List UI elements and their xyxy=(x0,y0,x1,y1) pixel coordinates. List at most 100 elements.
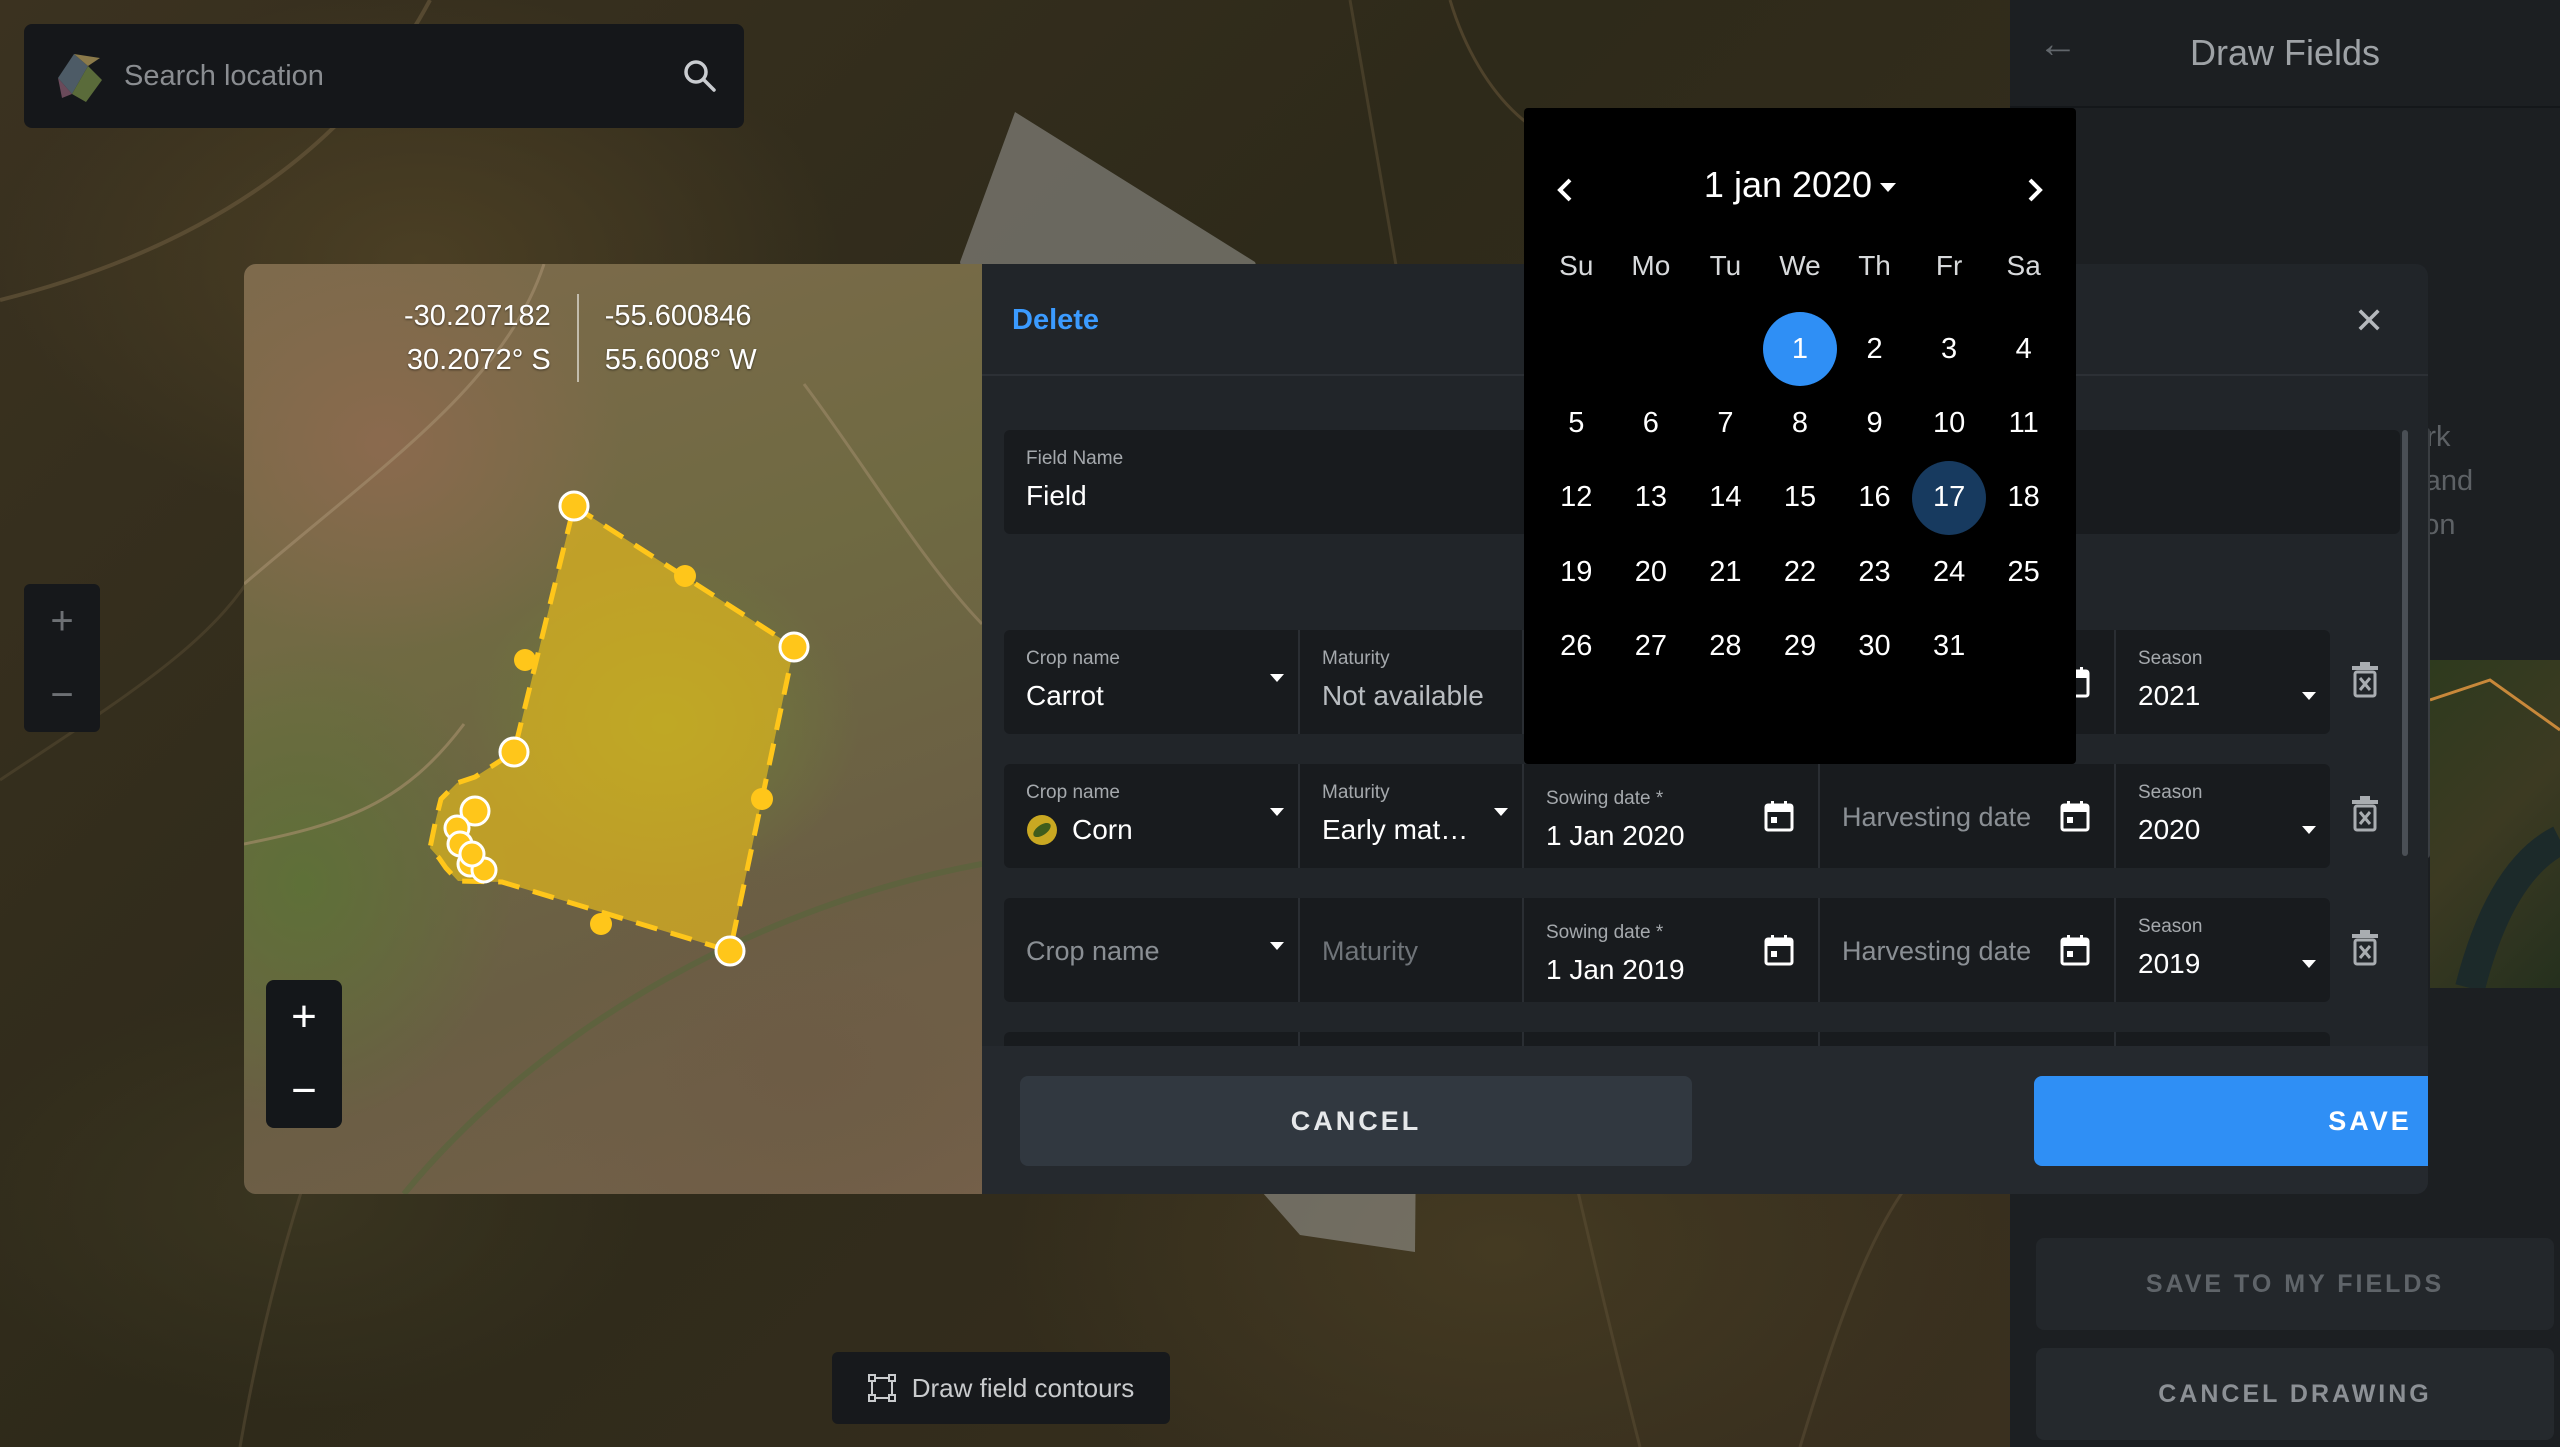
calendar-day[interactable]: 21 xyxy=(1688,535,1763,609)
form-scrollbar[interactable] xyxy=(2402,430,2408,856)
chevron-right-icon[interactable] xyxy=(2020,170,2050,210)
delete-row-trash-icon[interactable] xyxy=(2350,796,2380,832)
season-value: 2021 xyxy=(2138,680,2201,711)
calendar-day-label: 2 xyxy=(1866,332,1883,365)
calendar-day[interactable]: 20 xyxy=(1614,535,1689,609)
calendar-day[interactable]: 11 xyxy=(1986,386,2061,460)
crop-name-select[interactable]: Crop name xyxy=(1004,898,1300,1002)
weekday-label: Th xyxy=(1858,250,1891,281)
calendar-day[interactable]: 28 xyxy=(1688,610,1763,684)
maturity-select[interactable]: Maturity xyxy=(1300,898,1524,1002)
bg-zoom-in-button[interactable]: + xyxy=(50,601,73,641)
back-arrow-icon[interactable]: ← xyxy=(2038,22,2078,67)
calendar-day[interactable]: 12 xyxy=(1539,461,1614,535)
calendar-day[interactable]: 10 xyxy=(1912,386,1987,460)
calendar-day-label: 26 xyxy=(1560,630,1593,663)
calendar-day[interactable]: 6 xyxy=(1614,386,1689,460)
harvesting-date-placeholder: Harvesting date xyxy=(1842,802,2032,832)
calendar-day[interactable]: 13 xyxy=(1614,461,1689,535)
save-to-my-fields-button[interactable]: SAVE TO MY FIELDS xyxy=(2036,1238,2554,1330)
field-polygon-layer[interactable] xyxy=(244,264,982,1194)
close-icon[interactable]: ✕ xyxy=(2354,300,2384,342)
calendar-day[interactable]: 25 xyxy=(1986,535,2061,609)
cancel-button[interactable]: CANCEL xyxy=(1020,1076,1692,1166)
calendar-day-label: 25 xyxy=(2007,555,2040,588)
delete-button[interactable]: Delete xyxy=(1012,304,1099,337)
date-picker: 1 jan 2020 Su Mo Tu We Th Fr Sa 1 2 3 4 5 6 7 8 9 10 11 1… xyxy=(1524,108,2076,764)
calendar-day[interactable]: 31 xyxy=(1912,610,1987,684)
calendar-day-label: 20 xyxy=(1634,555,1667,588)
maturity-value: Early matur... xyxy=(1322,814,1487,845)
maturity-select[interactable]: Maturity Not available xyxy=(1300,630,1524,734)
draw-field-contours-label: Draw field contours xyxy=(911,1372,1135,1403)
calendar-day[interactable]: 26 xyxy=(1539,610,1614,684)
calendar-day[interactable]: 14 xyxy=(1688,461,1763,535)
calendar-day[interactable]: 22 xyxy=(1763,535,1838,609)
calendar-day[interactable]: 2 xyxy=(1837,312,1912,386)
right-panel-header: Draw Fields xyxy=(2010,0,2560,108)
calendar-day[interactable]: 9 xyxy=(1837,386,1912,460)
zoom-in-button[interactable]: + xyxy=(291,995,317,1039)
calendar-icon[interactable] xyxy=(2060,934,2090,966)
calendar-icon[interactable] xyxy=(1764,800,1794,832)
sowing-date-label: Sowing date * xyxy=(1546,922,1664,943)
harvesting-date-field[interactable]: Harvesting date xyxy=(1820,898,2116,1002)
draw-field-contours-button[interactable]: Draw field contours xyxy=(832,1352,1170,1424)
weekday-label: Mo xyxy=(1631,250,1671,281)
calendar-day[interactable]: 19 xyxy=(1539,535,1614,609)
chevron-down-icon xyxy=(2302,692,2316,700)
cancel-drawing-button[interactable]: CANCEL DRAWING xyxy=(2036,1348,2554,1440)
calendar-day[interactable]: 30 xyxy=(1837,610,1912,684)
calendar-empty-cell xyxy=(1614,312,1689,386)
calendar-day[interactable]: 17 xyxy=(1912,460,1987,535)
calendar-day[interactable]: 3 xyxy=(1912,312,1987,386)
calendar-day-label: 30 xyxy=(1858,630,1891,663)
search-icon[interactable] xyxy=(680,56,720,96)
calendar-icon[interactable] xyxy=(1764,934,1794,966)
calendar-day[interactable]: 29 xyxy=(1763,610,1838,684)
field-polygon xyxy=(427,502,797,955)
calendar-day[interactable]: 27 xyxy=(1614,610,1689,684)
save-button[interactable]: SAVE xyxy=(2034,1076,2428,1166)
crop-name-label: Crop name xyxy=(1026,782,1120,803)
right-panel-title: Draw Fields xyxy=(2189,32,2381,73)
weekday-label: Su xyxy=(1559,250,1594,281)
calendar-day[interactable]: 4 xyxy=(1986,312,2061,386)
crop-name-select[interactable]: Crop name Corn xyxy=(1004,764,1300,868)
caret-down-icon xyxy=(1880,182,1897,192)
calendar-day[interactable]: 23 xyxy=(1837,535,1912,609)
search-bar xyxy=(24,24,744,128)
season-select[interactable]: Season 2019 xyxy=(2116,898,2330,1002)
sowing-date-field[interactable]: Sowing date * 1 Jan 2020 xyxy=(1524,764,1820,868)
polygon-draw-icon xyxy=(867,1374,896,1402)
zoom-out-button[interactable]: − xyxy=(291,1069,317,1113)
delete-row-trash-icon[interactable] xyxy=(2350,662,2380,698)
maturity-select[interactable]: Maturity Early matur... xyxy=(1300,764,1524,868)
longitude-decimal: -55.600846 xyxy=(604,300,752,332)
season-label: Season xyxy=(2138,916,2203,937)
calendar-icon[interactable] xyxy=(2060,800,2090,832)
field-map[interactable]: -30.207182 30.2072° S -55.600846 55.6008… xyxy=(244,264,982,1194)
calendar-day-label: 23 xyxy=(1858,555,1891,588)
delete-row-trash-icon[interactable] xyxy=(2350,930,2380,966)
calendar-day[interactable]: 15 xyxy=(1763,461,1838,535)
coordinates-readout: -30.207182 30.2072° S -55.600846 55.6008… xyxy=(404,294,757,382)
calendar-day-label: 19 xyxy=(1560,555,1593,588)
bg-zoom-out-button[interactable]: − xyxy=(50,675,73,715)
calendar-day[interactable]: 18 xyxy=(1986,461,2061,535)
harvesting-date-field[interactable]: Harvesting date xyxy=(1820,764,2116,868)
calendar-day[interactable]: 1 xyxy=(1762,312,1838,387)
calendar-day[interactable]: 7 xyxy=(1688,386,1763,460)
sowing-date-field[interactable]: Sowing date * 1 Jan 2019 xyxy=(1524,898,1820,1002)
calendar-day[interactable]: 5 xyxy=(1539,386,1614,460)
crop-name-select[interactable]: Crop name Carrot xyxy=(1004,630,1300,734)
calendar-day[interactable]: 16 xyxy=(1837,461,1912,535)
season-select[interactable]: Season 2021 xyxy=(2116,630,2330,734)
month-year-selector[interactable]: 1 jan 2020 xyxy=(1524,164,2076,206)
calendar-day[interactable]: 24 xyxy=(1912,535,1987,609)
chevron-down-icon xyxy=(1270,808,1284,816)
season-select[interactable]: Season 2020 xyxy=(2116,764,2330,868)
search-input[interactable] xyxy=(124,59,680,93)
calendar-day[interactable]: 8 xyxy=(1763,386,1838,460)
sowing-date-value: 1 Jan 2020 xyxy=(1546,820,1685,851)
